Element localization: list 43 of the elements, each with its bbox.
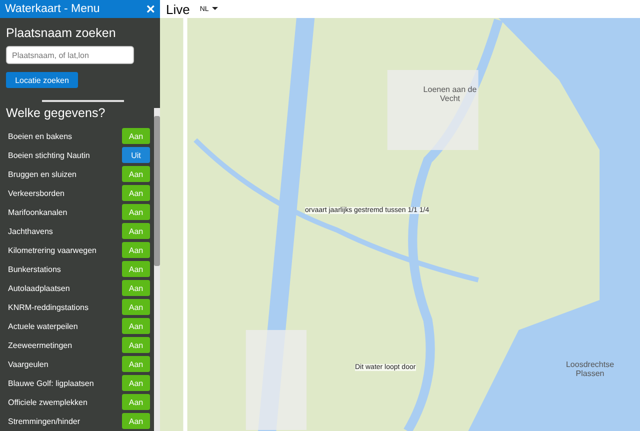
search-heading: Plaatsnaam zoeken — [6, 26, 117, 40]
layer-toggle[interactable]: Uit — [122, 147, 150, 163]
layer-label: Actuele waterpeilen — [8, 322, 78, 330]
layer-toggle[interactable]: Aan — [122, 337, 150, 353]
layer-label: KNRM-reddingstations — [8, 302, 88, 312]
menu-title: Waterkaart - Menu — [5, 3, 100, 15]
layer-toggle[interactable]: Aan — [122, 204, 150, 220]
layer-label: Bruggen en sluizen — [8, 170, 76, 178]
layer-label: Zeeweermetingen — [8, 340, 72, 350]
layer-label: Autolaadplaatsen — [8, 284, 70, 292]
layer-label: Stremmingen/hinder — [8, 416, 80, 426]
place-label: Loenen aan de Vecht — [422, 85, 478, 103]
layer-label: Marifoonkanalen — [8, 208, 68, 216]
layer-toggle[interactable]: Aan — [122, 394, 150, 410]
layer-toggle[interactable]: Aan — [122, 375, 150, 391]
scrollbar[interactable] — [154, 108, 160, 431]
layer-label: Jachthavens — [8, 226, 53, 236]
layer-toggle[interactable]: Aan — [122, 242, 150, 258]
layer-toggle[interactable]: Aan — [122, 318, 150, 334]
layer-label: Bunkerstations — [8, 264, 61, 274]
layer-toggle[interactable]: Aan — [122, 356, 150, 372]
caret-icon — [212, 7, 218, 10]
layer-toggle[interactable]: Aan — [122, 413, 150, 429]
layer-toggle[interactable]: Aan — [122, 166, 150, 182]
layer-label: Boeien stichting Nautin — [8, 150, 90, 160]
layer-toggle[interactable]: Aan — [122, 223, 150, 239]
layer-toggle[interactable]: Aan — [122, 280, 150, 296]
close-button[interactable]: × — [146, 2, 155, 16]
page-title: Live — [166, 2, 190, 16]
search-button[interactable]: Locatie zoeken — [6, 72, 78, 88]
layer-label: Blauwe Golf: ligplaatsen — [8, 378, 94, 388]
layer-label: Vaargeulen — [8, 360, 48, 368]
layer-toggle[interactable]: Aan — [122, 185, 150, 201]
layer-label: Verkeersborden — [8, 188, 64, 198]
layer-toggle[interactable]: Aan — [122, 261, 150, 277]
layers-heading: Welke gegevens? — [6, 106, 106, 120]
layer-toggle[interactable]: Aan — [122, 128, 150, 144]
search-field[interactable]: Plaatsnaam, of lat,lon — [6, 46, 134, 64]
layer-label: Boeien en bakens — [8, 132, 72, 140]
layer-label: Kilometrering vaarwegen — [8, 246, 96, 254]
place-label: Loosdrechtse Plassen — [564, 360, 616, 378]
layer-label: Officiele zwemplekken — [8, 398, 88, 406]
layer-toggle[interactable]: Aan — [122, 299, 150, 315]
